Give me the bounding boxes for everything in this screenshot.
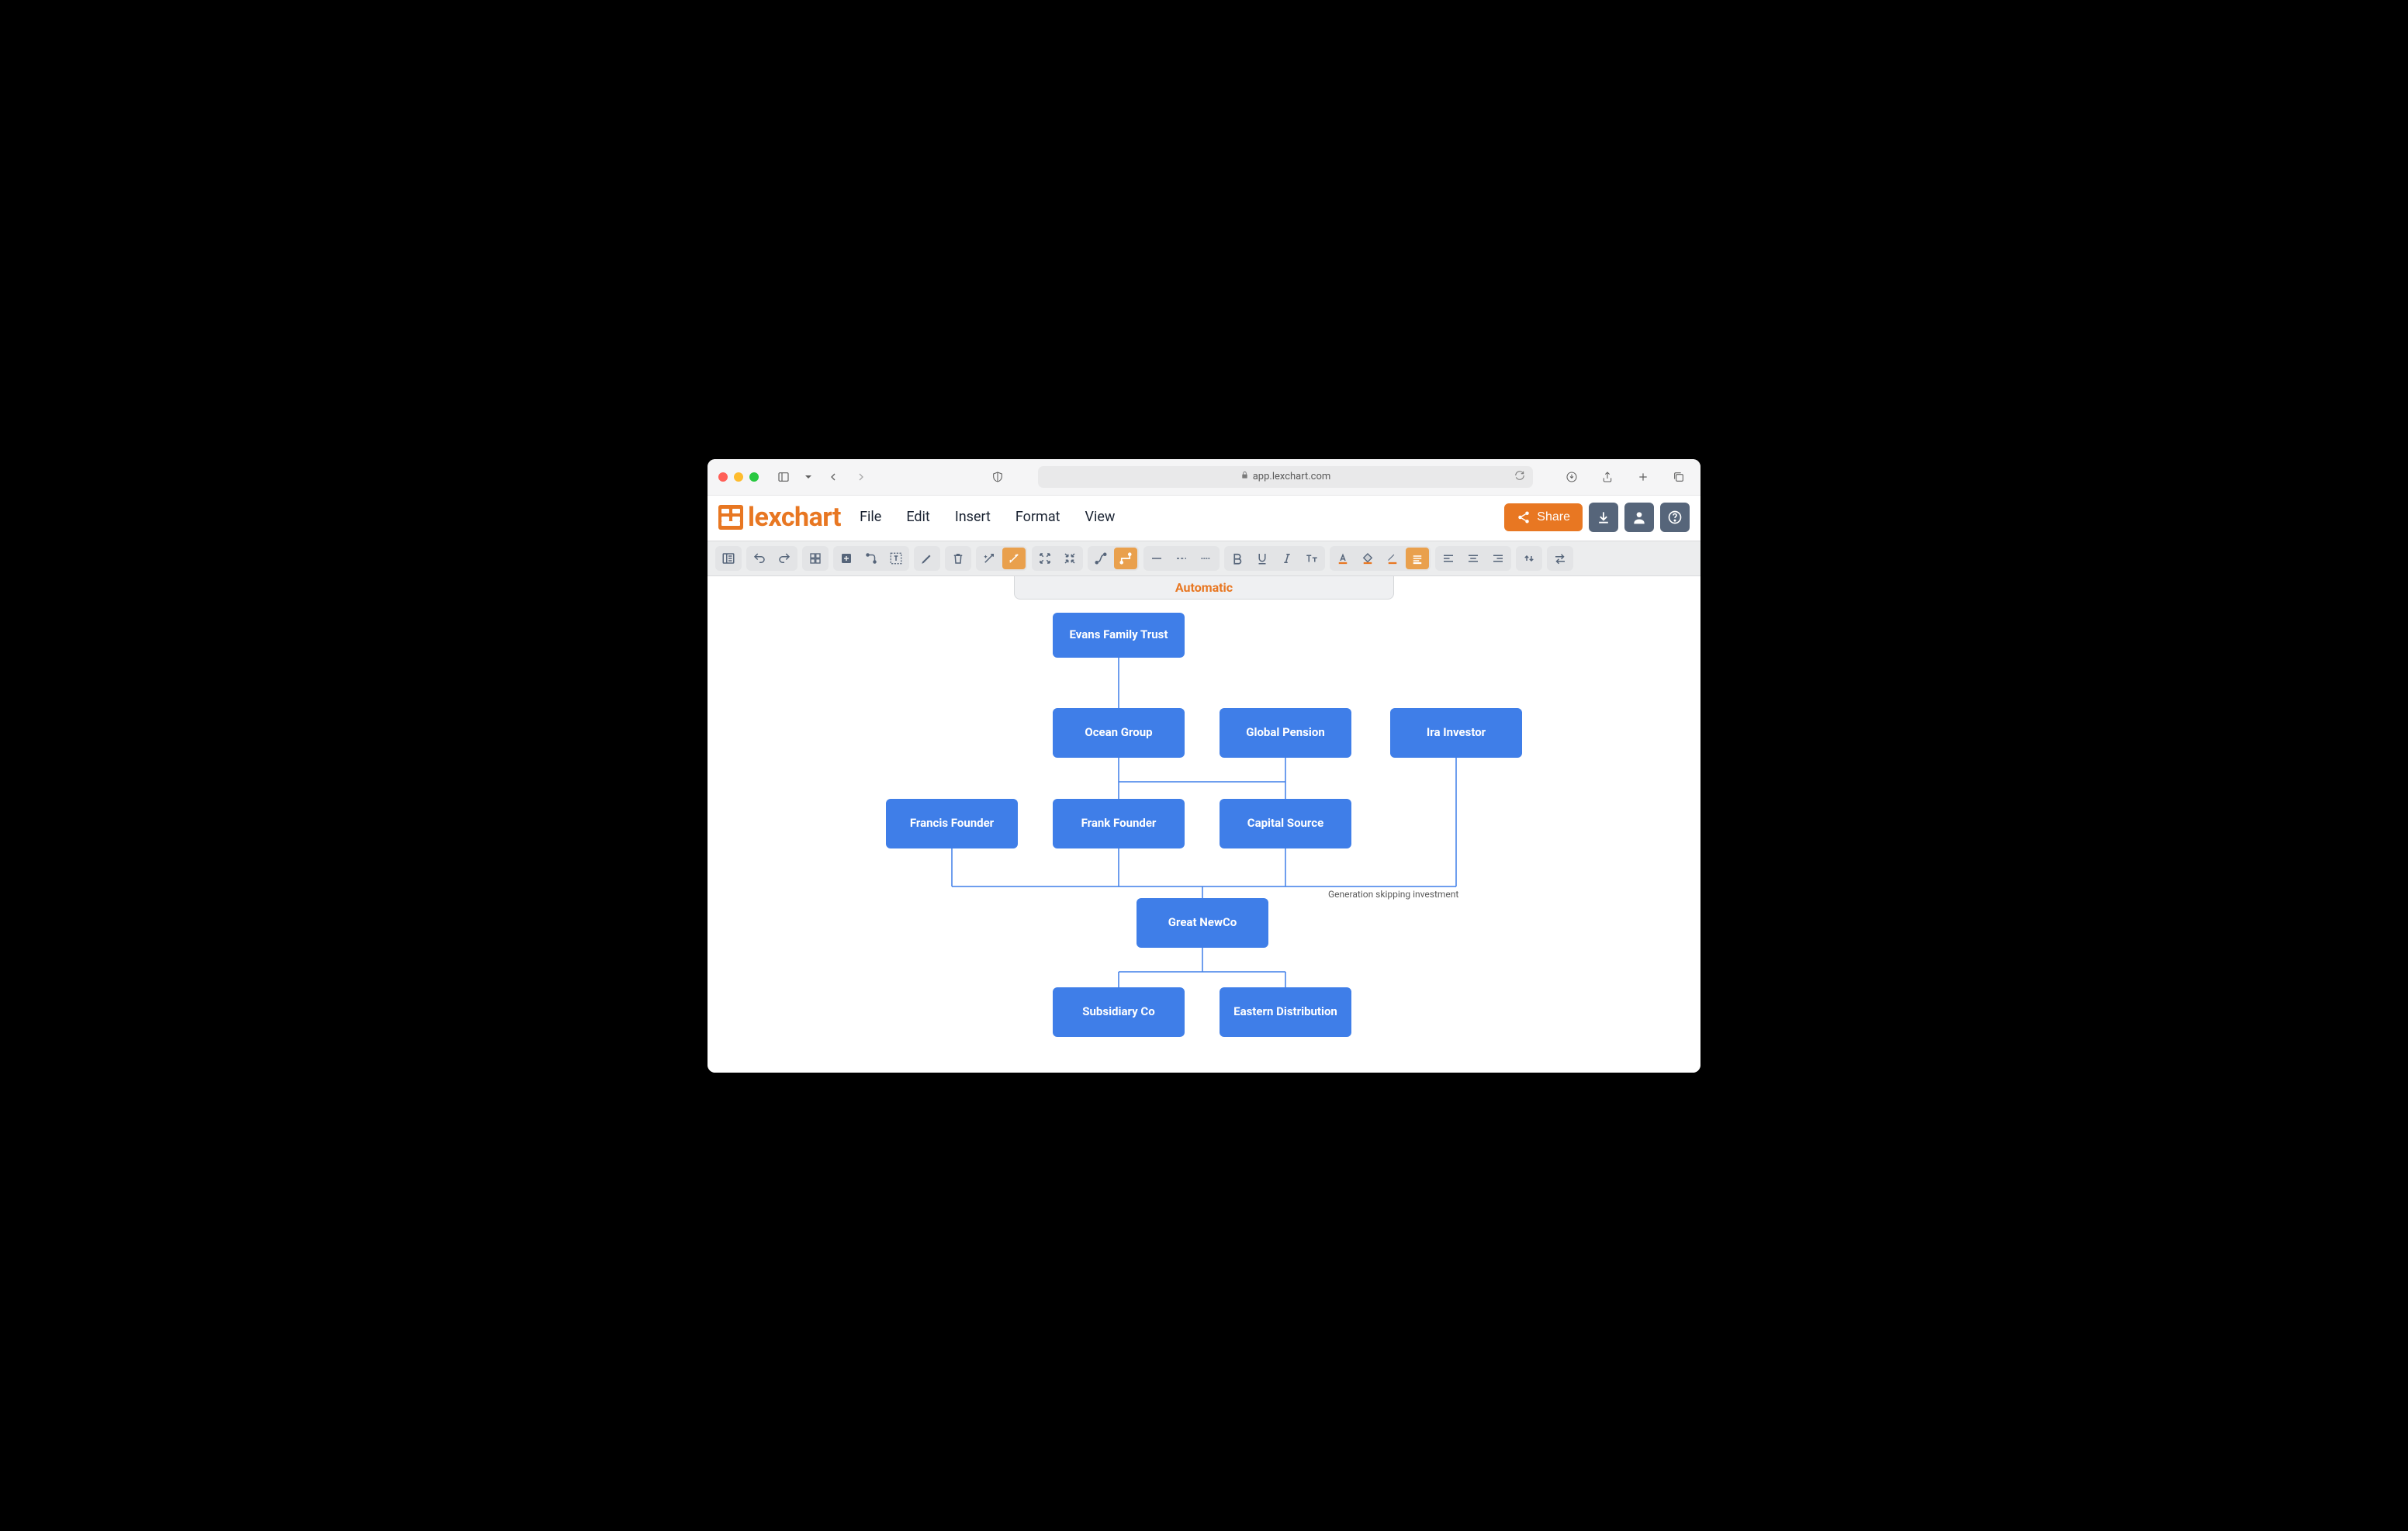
menu-insert[interactable]: Insert (955, 509, 991, 525)
logo-text: lexchart (748, 502, 841, 533)
sidebar-toggle-icon[interactable] (773, 468, 794, 486)
account-button[interactable] (1624, 503, 1654, 532)
node-francis-founder[interactable]: Francis Founder (886, 799, 1018, 848)
download-icon (1596, 510, 1611, 525)
node-eastern-distribution[interactable]: Eastern Distribution (1220, 987, 1351, 1037)
minimize-window-button[interactable] (734, 472, 743, 482)
node-subsidiary-co[interactable]: Subsidiary Co (1053, 987, 1185, 1037)
maximize-window-button[interactable] (749, 472, 759, 482)
add-text-button[interactable] (884, 548, 908, 569)
collapse-button[interactable] (1058, 548, 1081, 569)
node-frank-founder[interactable]: Frank Founder (1053, 799, 1185, 848)
app-logo[interactable]: lexchart (718, 502, 841, 533)
shield-icon[interactable] (987, 468, 1009, 486)
menu-edit[interactable]: Edit (906, 509, 929, 525)
node-ocean-group[interactable]: Ocean Group (1053, 708, 1185, 758)
italic-button[interactable] (1275, 548, 1299, 569)
browser-window: app.lexchart.com lexchart (708, 459, 1700, 1073)
share-network-icon (1517, 510, 1531, 524)
node-evans-family-trust[interactable]: Evans Family Trust (1053, 613, 1185, 658)
magic-wand-button[interactable] (977, 548, 1001, 569)
node-global-pension[interactable]: Global Pension (1220, 708, 1351, 758)
menu-format[interactable]: Format (1015, 509, 1060, 525)
node-ira-investor[interactable]: Ira Investor (1390, 708, 1522, 758)
logo-mark-icon (718, 505, 743, 530)
swap-button[interactable] (1548, 548, 1572, 569)
text-color-button[interactable] (1331, 548, 1354, 569)
close-window-button[interactable] (718, 472, 728, 482)
downloads-icon[interactable] (1561, 468, 1583, 486)
back-button[interactable] (822, 468, 844, 486)
node-capital-source[interactable]: Capital Source (1220, 799, 1351, 848)
help-button[interactable] (1660, 503, 1690, 532)
fill-color-button[interactable] (1356, 548, 1379, 569)
border-color-button[interactable] (1381, 548, 1404, 569)
node-great-newco[interactable]: Great NewCo (1137, 898, 1268, 948)
menu-file[interactable]: File (860, 509, 881, 525)
layout-mode-pill[interactable]: Automatic (1014, 576, 1394, 600)
toggle-panel-button[interactable] (717, 548, 740, 569)
address-bar[interactable]: app.lexchart.com (1038, 466, 1533, 488)
user-icon (1631, 510, 1647, 525)
select-all-button[interactable] (804, 548, 827, 569)
lock-icon (1240, 471, 1249, 482)
line-solid-button[interactable] (1145, 548, 1168, 569)
bold-button[interactable] (1226, 548, 1249, 569)
undo-button[interactable] (748, 548, 771, 569)
menu-view[interactable]: View (1085, 509, 1116, 525)
font-size-button[interactable] (1300, 548, 1323, 569)
forward-button[interactable] (850, 468, 872, 486)
url-text: app.lexchart.com (1253, 471, 1331, 482)
edge-annotation-gen-skip: Generation skipping investment (1328, 889, 1458, 900)
download-button[interactable] (1589, 503, 1618, 532)
reload-icon[interactable] (1514, 470, 1525, 484)
window-controls (718, 472, 759, 482)
align-center-button[interactable] (1462, 548, 1485, 569)
share-button[interactable]: Share (1504, 503, 1583, 531)
share-button-label: Share (1537, 510, 1570, 524)
browser-chrome: app.lexchart.com (708, 459, 1700, 496)
connector-elbow-button[interactable] (1114, 548, 1137, 569)
add-node-button[interactable] (835, 548, 858, 569)
expand-button[interactable] (1033, 548, 1057, 569)
tabs-overview-icon[interactable] (1668, 468, 1690, 486)
app-header: lexchart File Edit Insert Format View Sh… (708, 496, 1700, 541)
edit-button[interactable] (915, 548, 939, 569)
toolbar (708, 541, 1700, 576)
align-left-button[interactable] (1437, 548, 1460, 569)
help-icon (1667, 510, 1683, 525)
connect-button[interactable] (860, 548, 883, 569)
bring-forward-button[interactable] (1517, 548, 1541, 569)
connector-curve-button[interactable] (1089, 548, 1112, 569)
align-right-button[interactable] (1486, 548, 1510, 569)
chart-canvas[interactable]: Automatic E (708, 576, 1700, 1073)
new-tab-icon[interactable] (1632, 468, 1654, 486)
chrome-right-actions (1561, 468, 1690, 486)
auto-layout-button[interactable] (1002, 548, 1026, 569)
line-dashed-button[interactable] (1170, 548, 1193, 569)
redo-button[interactable] (773, 548, 796, 569)
line-dotted-button[interactable] (1195, 548, 1218, 569)
share-icon[interactable] (1597, 468, 1618, 486)
delete-button[interactable] (946, 548, 970, 569)
header-actions: Share (1504, 503, 1690, 532)
edges-layer (708, 576, 1700, 1073)
underline-button[interactable] (1251, 548, 1274, 569)
line-color-button[interactable] (1406, 548, 1429, 569)
main-menubar: File Edit Insert Format View (860, 509, 1115, 525)
tab-dropdown-icon[interactable] (801, 468, 816, 486)
